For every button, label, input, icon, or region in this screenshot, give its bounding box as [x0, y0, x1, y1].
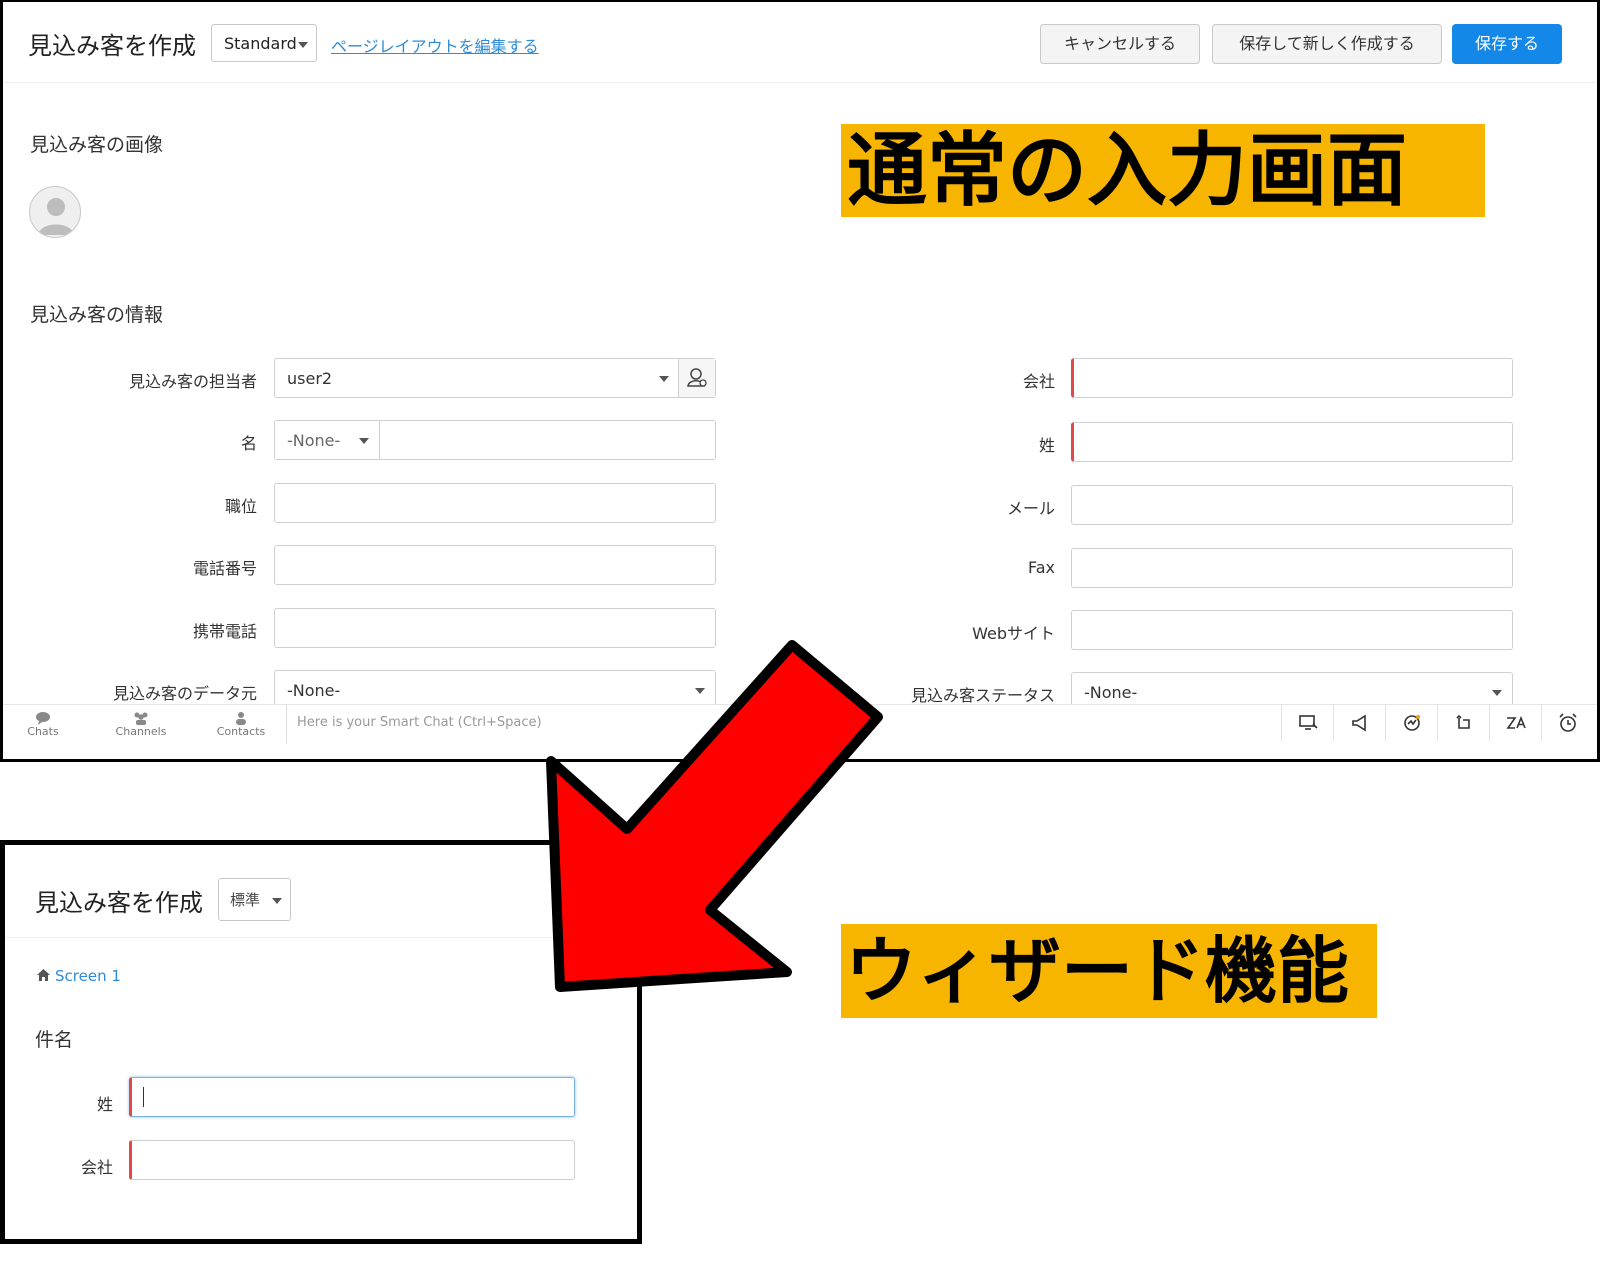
megaphone-icon[interactable] [1333, 705, 1386, 741]
chevron-down-icon [659, 376, 669, 382]
wizard-form-window: 見込み客を作成 標準 Screen 1 件名 姓 会社 [0, 840, 642, 1244]
channels-tab[interactable]: Channels [111, 705, 171, 738]
salutation-select[interactable]: -None- [275, 421, 380, 459]
contacts-label: Contacts [216, 725, 266, 738]
edit-page-layout-link[interactable]: ページレイアウトを編集する [331, 33, 539, 57]
chat-bottom-bar: Chats Channels Contacts Here is your Sma… [3, 704, 1597, 759]
breadcrumb[interactable]: Screen 1 [36, 967, 121, 985]
info-section-title: 見込み客の情報 [30, 304, 164, 326]
layout-select[interactable]: Standard [211, 24, 317, 62]
field-label-company: 会社 [1022, 372, 1055, 391]
field-label-last-name: 姓 [1038, 436, 1055, 455]
mobile-field[interactable] [274, 608, 716, 648]
lead-source-value: -None- [287, 681, 341, 700]
field-label-first-name: 名 [240, 434, 257, 453]
user-silhouette-icon [38, 198, 74, 235]
wizard-last-name-field[interactable] [129, 1077, 575, 1117]
chevron-down-icon [272, 898, 282, 904]
home-icon [37, 969, 50, 981]
channels-label: Channels [115, 725, 167, 738]
breadcrumb-screen-label: Screen 1 [55, 967, 121, 985]
field-label-phone: 電話番号 [192, 559, 257, 578]
field-label-mobile: 携帯電話 [192, 622, 257, 641]
field-label-website: Webサイト [972, 624, 1055, 643]
wizard-field-label-company: 会社 [80, 1158, 113, 1177]
wizard-company-field[interactable] [129, 1140, 575, 1180]
contacts-tab[interactable]: Contacts [211, 705, 271, 738]
wizard-layout-select[interactable]: 標準 [218, 878, 291, 921]
wizard-title: 見込み客を作成 [35, 889, 203, 917]
field-label-title: 職位 [224, 497, 257, 516]
chevron-down-icon [359, 438, 369, 444]
image-section-title: 見込み客の画像 [30, 134, 164, 156]
banner-normal-screen: 通常の入力画面 [841, 124, 1485, 217]
banner-wizard-feature: ウィザード機能 [841, 924, 1377, 1018]
layout-select-value: Standard [224, 34, 297, 53]
chevron-down-icon [695, 688, 705, 694]
text-cursor [143, 1087, 144, 1107]
salutation-value: -None- [287, 431, 341, 450]
chat-bubble-icon [36, 712, 50, 725]
save-button[interactable]: 保存する [1452, 24, 1562, 64]
field-label-lead-owner: 見込み客の担当者 [128, 372, 257, 391]
chevron-down-icon [298, 42, 308, 48]
page-title: 見込み客を作成 [28, 32, 196, 60]
person-icon [236, 712, 246, 725]
fax-field[interactable] [1071, 548, 1513, 588]
activity-icon[interactable] [1385, 705, 1438, 741]
translate-icon[interactable] [1489, 705, 1542, 741]
lead-owner-value: user2 [287, 369, 333, 388]
alarm-clock-icon[interactable] [1541, 705, 1594, 741]
field-label-email: メール [1006, 499, 1055, 518]
field-label-lead-status: 見込み客ステータス [910, 686, 1055, 705]
email-field[interactable] [1071, 485, 1513, 525]
group-icon [134, 712, 148, 725]
chats-label: Chats [27, 725, 59, 738]
wizard-layout-select-value: 標準 [230, 891, 261, 909]
field-label-fax: Fax [1027, 558, 1055, 577]
smart-chat-input[interactable]: Here is your Smart Chat (Ctrl+Space) [286, 705, 1246, 743]
title-field[interactable] [274, 483, 716, 523]
sync-icon[interactable] [1437, 705, 1490, 741]
first-name-field[interactable]: -None- [274, 420, 716, 460]
company-field[interactable] [1071, 358, 1513, 398]
wizard-header-divider [5, 937, 637, 938]
wizard-section-title: 件名 [35, 1029, 74, 1051]
cancel-button[interactable]: キャンセルする [1040, 24, 1200, 64]
standard-form-window: 見込み客を作成 Standard ページレイアウトを編集する キャンセルする 保… [0, 0, 1600, 762]
screen-share-icon[interactable] [1281, 705, 1334, 741]
wizard-field-label-last-name: 姓 [96, 1095, 113, 1114]
header-divider [3, 82, 1597, 83]
user-lookup-icon[interactable] [678, 359, 715, 397]
phone-field[interactable] [274, 545, 716, 585]
lead-status-value: -None- [1084, 683, 1138, 702]
last-name-field[interactable] [1071, 422, 1513, 462]
website-field[interactable] [1071, 610, 1513, 650]
chevron-down-icon [1492, 690, 1502, 696]
save-and-new-button[interactable]: 保存して新しく作成する [1212, 24, 1442, 64]
lead-owner-field[interactable]: user2 [274, 358, 716, 398]
field-label-lead-source: 見込み客のデータ元 [112, 684, 257, 703]
avatar[interactable] [29, 186, 81, 238]
chats-tab[interactable]: Chats [13, 705, 73, 738]
